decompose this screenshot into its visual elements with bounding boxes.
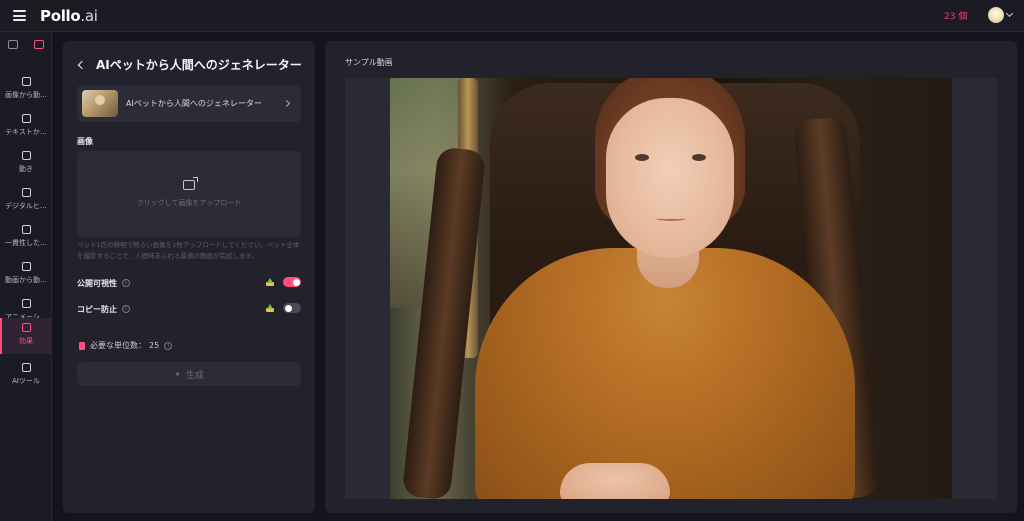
copy-protect-label: コピー防止 (77, 304, 117, 314)
motion-icon (21, 151, 31, 160)
panel-header: AIペットから人間へのジェネレーター (77, 56, 302, 73)
generator-panel: AIペットから人間へのジェネレーター AIペットから人間へのジェネレーター 画像… (63, 41, 315, 513)
premium-crown-icon (266, 278, 274, 286)
nav-mode-switch (0, 38, 52, 52)
model-selector-card[interactable]: AIペットから人間へのジェネレーター (77, 85, 301, 122)
consistency-icon (21, 225, 31, 234)
copy-protect-toggle[interactable] (283, 303, 301, 313)
credit-cost: 必要な単位数： 25 i (79, 340, 173, 351)
avatar[interactable] (988, 7, 1004, 23)
upload-prompt: クリックして画像をアップロード (136, 199, 242, 207)
info-icon[interactable]: i (122, 279, 130, 287)
sparkle-icon: ✦ (174, 369, 181, 379)
sidebar-item-effects[interactable]: 効果 (0, 318, 52, 354)
effects-icon (21, 323, 31, 332)
sidebar-item-motion[interactable]: 動き (0, 146, 52, 182)
generate-label: 生成 (185, 370, 204, 381)
sample-video-label: サンプル動画 (345, 58, 393, 67)
text-to-video-icon (21, 114, 31, 123)
sidebar-item-text-to-video[interactable]: テキストか… (0, 109, 52, 145)
image-mode-icon[interactable] (8, 40, 18, 49)
menu-icon[interactable] (13, 10, 26, 21)
sidebar-item-video-to-video[interactable]: 動画から動… (0, 257, 52, 293)
account-menu[interactable] (988, 7, 1014, 23)
image-upload-dropzone[interactable]: クリックして画像をアップロード (77, 151, 301, 237)
sidebar-item-consistency[interactable]: 一貫性した… (0, 220, 52, 256)
preview-panel: サンプル動画 (325, 41, 1017, 513)
upload-hint: ペット1匹の鮮明で明るい画像を1枚アップロードしてください。ペット全体を撮影する… (77, 241, 300, 260)
copy-protect-row: コピー防止 i (77, 302, 303, 316)
model-name: AIペットから人間へのジェネレーター (126, 99, 262, 108)
cost-label: 必要な単位数： (90, 341, 146, 350)
video-to-video-icon (21, 262, 31, 271)
animation-icon (21, 299, 31, 308)
image-section-label: 画像 (77, 137, 93, 146)
info-icon[interactable]: i (164, 341, 173, 350)
video-mode-icon[interactable] (34, 40, 44, 49)
info-icon[interactable]: i (122, 305, 130, 313)
logo[interactable]: Pollo.ai (40, 7, 98, 25)
digital-human-icon (21, 188, 31, 197)
credit-icon (79, 341, 85, 350)
top-bar: Pollo.ai 23 個 (0, 0, 1024, 32)
model-thumbnail (82, 90, 118, 117)
ai-tools-icon (21, 363, 31, 372)
credits-counter[interactable]: 23 個 (944, 9, 967, 22)
back-arrow-icon[interactable] (77, 60, 87, 69)
upload-image-icon (183, 177, 198, 190)
public-visibility-toggle[interactable] (283, 277, 301, 287)
chevron-down-icon (1005, 9, 1014, 18)
public-visibility-label: 公開可視性 (77, 278, 117, 288)
public-visibility-row: 公開可視性 i (77, 276, 303, 290)
generate-button[interactable]: ✦ 生成 (77, 362, 301, 386)
sidebar-item-digital-human[interactable]: デジタルヒ… (0, 183, 52, 219)
left-nav: 画像から動… テキストか… 動き デジタルヒ… 一貫性した… 動画から動… アニ… (0, 32, 52, 521)
image-to-video-icon (21, 77, 31, 86)
sidebar-item-ai-tools[interactable]: AIツール (0, 358, 52, 394)
sample-video-stage[interactable] (345, 78, 997, 499)
premium-crown-icon (266, 304, 274, 312)
sidebar-item-image-to-video[interactable]: 画像から動… (0, 72, 52, 108)
cost-value: 25 (149, 341, 160, 350)
page-title: AIペットから人間へのジェネレーター (96, 58, 302, 72)
sample-video-frame (390, 78, 952, 499)
chevron-right-icon (282, 99, 291, 108)
